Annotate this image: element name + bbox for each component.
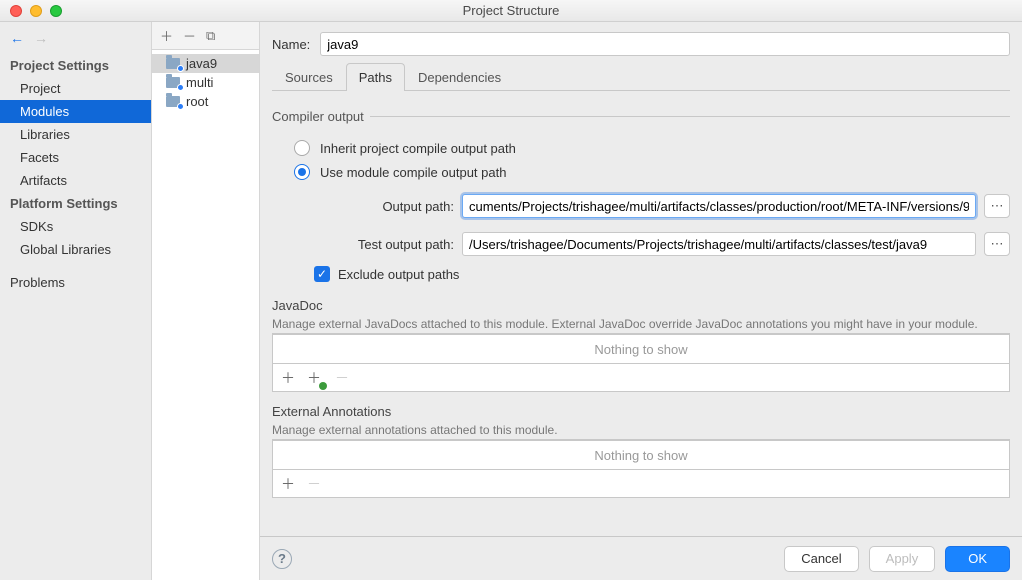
add-annotation-icon[interactable]: ＋ (281, 474, 295, 494)
help-icon[interactable]: ? (272, 549, 292, 569)
sidebar-item-project[interactable]: Project (0, 77, 151, 100)
sidebar-item-problems[interactable]: Problems (0, 271, 151, 294)
tree-label: root (186, 94, 208, 109)
module-editor: Name: Sources Paths Dependencies Compile… (260, 22, 1022, 580)
tree-item-root[interactable]: root (152, 92, 259, 111)
back-arrow-icon[interactable]: ← (10, 30, 24, 46)
output-path-input[interactable] (462, 194, 976, 218)
exclude-output-checkbox[interactable]: ✓ (314, 266, 330, 282)
radio-inherit[interactable] (294, 140, 310, 156)
radio-use-module-label: Use module compile output path (320, 165, 506, 180)
compiler-output-group: Compiler output Inherit project compile … (272, 109, 1010, 286)
sidebar-item-facets[interactable]: Facets (0, 146, 151, 169)
annotations-toolbar: ＋ － (272, 470, 1010, 498)
output-path-label: Output path: (344, 199, 454, 214)
sidebar-item-artifacts[interactable]: Artifacts (0, 169, 151, 192)
module-folder-icon (166, 58, 180, 69)
tree-label: multi (186, 75, 213, 90)
sidebar-item-global-libraries[interactable]: Global Libraries (0, 238, 151, 261)
remove-annotation-icon[interactable]: － (307, 474, 321, 494)
forward-arrow-icon[interactable]: → (34, 30, 48, 46)
sidebar-item-libraries[interactable]: Libraries (0, 123, 151, 146)
javadoc-subtitle: Manage external JavaDocs attached to thi… (272, 315, 1010, 334)
apply-button[interactable]: Apply (869, 546, 936, 572)
add-module-icon[interactable]: ＋ (160, 26, 173, 45)
javadoc-toolbar: ＋ ＋ － (272, 364, 1010, 392)
module-tabs: Sources Paths Dependencies (272, 62, 1010, 91)
tab-paths[interactable]: Paths (346, 63, 405, 91)
compiler-output-title: Compiler output (266, 109, 370, 124)
test-output-path-label: Test output path: (314, 237, 454, 252)
tree-item-java9[interactable]: java9 (152, 54, 259, 73)
tab-sources[interactable]: Sources (272, 63, 346, 91)
radio-inherit-label: Inherit project compile output path (320, 141, 516, 156)
javadoc-list: Nothing to show (272, 334, 1010, 364)
window-title: Project Structure (0, 3, 1022, 18)
add-javadoc-icon[interactable]: ＋ (281, 368, 295, 388)
javadoc-title: JavaDoc (272, 286, 1010, 315)
module-folder-icon (166, 77, 180, 88)
cancel-button[interactable]: Cancel (784, 546, 858, 572)
test-output-path-input[interactable] (462, 232, 976, 256)
copy-module-icon[interactable]: ⧉ (206, 28, 215, 44)
titlebar: Project Structure (0, 0, 1022, 22)
module-tree: ＋ － ⧉ java9 multi root (152, 22, 260, 580)
exclude-output-label: Exclude output paths (338, 267, 459, 282)
dialog-footer: ? Cancel Apply OK (260, 536, 1022, 580)
tree-item-multi[interactable]: multi (152, 73, 259, 92)
section-platform-settings: Platform Settings (0, 192, 151, 215)
module-name-input[interactable] (320, 32, 1010, 56)
sidebar-item-modules[interactable]: Modules (0, 100, 151, 123)
remove-module-icon[interactable]: － (183, 26, 196, 45)
ok-button[interactable]: OK (945, 546, 1010, 572)
add-javadoc-url-icon[interactable]: ＋ (307, 368, 323, 388)
section-project-settings: Project Settings (0, 54, 151, 77)
tab-dependencies[interactable]: Dependencies (405, 63, 514, 91)
remove-javadoc-icon[interactable]: － (335, 368, 349, 388)
tree-toolbar: ＋ － ⧉ (152, 22, 259, 50)
settings-sidebar: ← → Project Settings Project Modules Lib… (0, 22, 152, 580)
annotations-title: External Annotations (272, 392, 1010, 421)
annotations-list: Nothing to show (272, 440, 1010, 470)
browse-test-output-button[interactable]: ⋯ (984, 232, 1010, 256)
radio-use-module[interactable] (294, 164, 310, 180)
tree-label: java9 (186, 56, 217, 71)
name-label: Name: (272, 37, 310, 52)
browse-output-button[interactable]: ⋯ (984, 194, 1010, 218)
annotations-subtitle: Manage external annotations attached to … (272, 421, 1010, 440)
module-folder-icon (166, 96, 180, 107)
sidebar-item-sdks[interactable]: SDKs (0, 215, 151, 238)
